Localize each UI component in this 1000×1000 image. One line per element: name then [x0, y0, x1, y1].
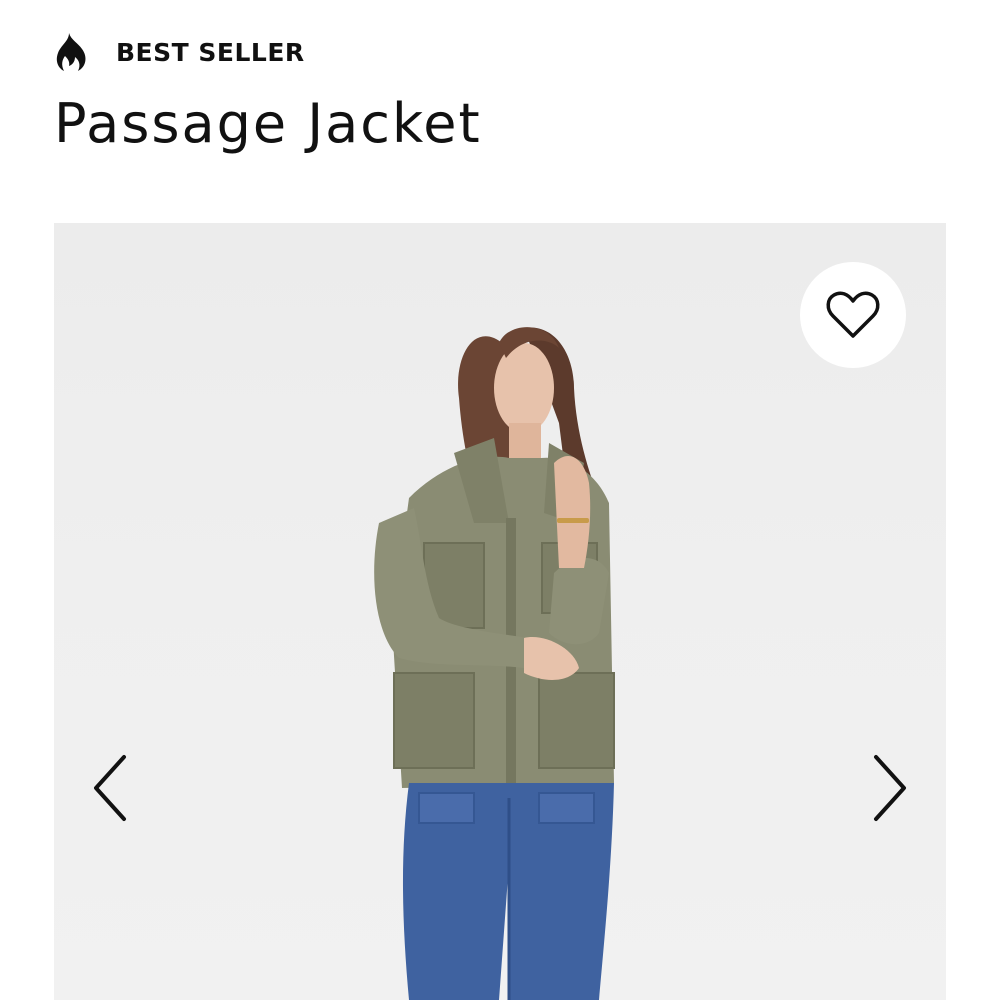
product-title: Passage Jacket	[54, 92, 482, 155]
product-page: BEST SELLER Passage Jacket	[0, 0, 1000, 1000]
wishlist-button[interactable]	[800, 262, 906, 368]
best-seller-badge: BEST SELLER	[55, 30, 305, 74]
heart-outline-icon	[826, 291, 880, 338]
best-seller-label: BEST SELLER	[116, 37, 305, 67]
flame-icon	[56, 33, 86, 71]
next-image-button[interactable]	[860, 748, 920, 828]
product-image-gallery[interactable]	[54, 223, 946, 1000]
chevron-left-icon	[94, 755, 126, 821]
previous-image-button[interactable]	[80, 748, 140, 828]
chevron-right-icon	[874, 755, 906, 821]
